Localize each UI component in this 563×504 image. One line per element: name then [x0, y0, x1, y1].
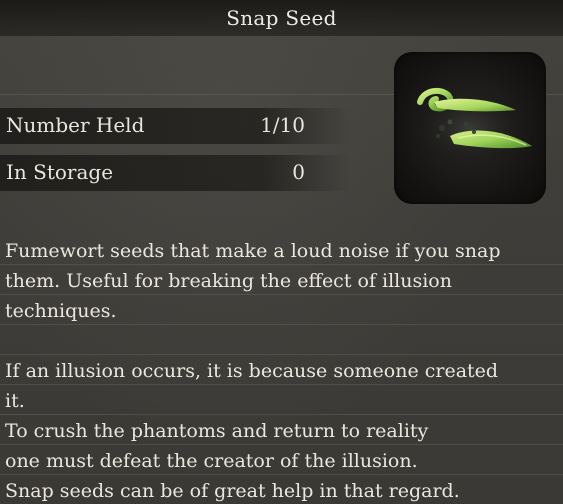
item-description: Fumewort seeds that make a loud noise if… — [5, 236, 557, 504]
title-bar: Snap Seed — [0, 0, 563, 36]
description-line: them. Useful for breaking the effect of … — [5, 270, 452, 292]
item-detail-panel: Snap Seed Number Held 1/10 In Storage 0 — [0, 0, 563, 504]
description-line: it. — [5, 390, 25, 412]
number-held-label: Number Held — [6, 113, 145, 137]
description-line: Snap seeds can be of great help in that … — [5, 480, 460, 502]
description-line: techniques. — [5, 300, 117, 322]
in-storage-label: In Storage — [6, 160, 114, 184]
item-title: Snap Seed — [226, 6, 337, 30]
description-line: Fumewort seeds that make a loud noise if… — [5, 240, 501, 262]
description-line: To crush the phantoms and return to real… — [5, 420, 429, 442]
in-storage-value: 0 — [292, 160, 305, 184]
description-line: one must defeat the creator of the illus… — [5, 450, 418, 472]
in-storage-row: In Storage 0 — [0, 155, 350, 191]
item-icon-frame — [394, 52, 546, 204]
number-held-row: Number Held 1/10 — [0, 108, 350, 144]
snap-seed-icon — [408, 88, 532, 166]
number-held-value: 1/10 — [260, 113, 305, 137]
description-line: If an illusion occurs, it is because som… — [5, 360, 499, 382]
